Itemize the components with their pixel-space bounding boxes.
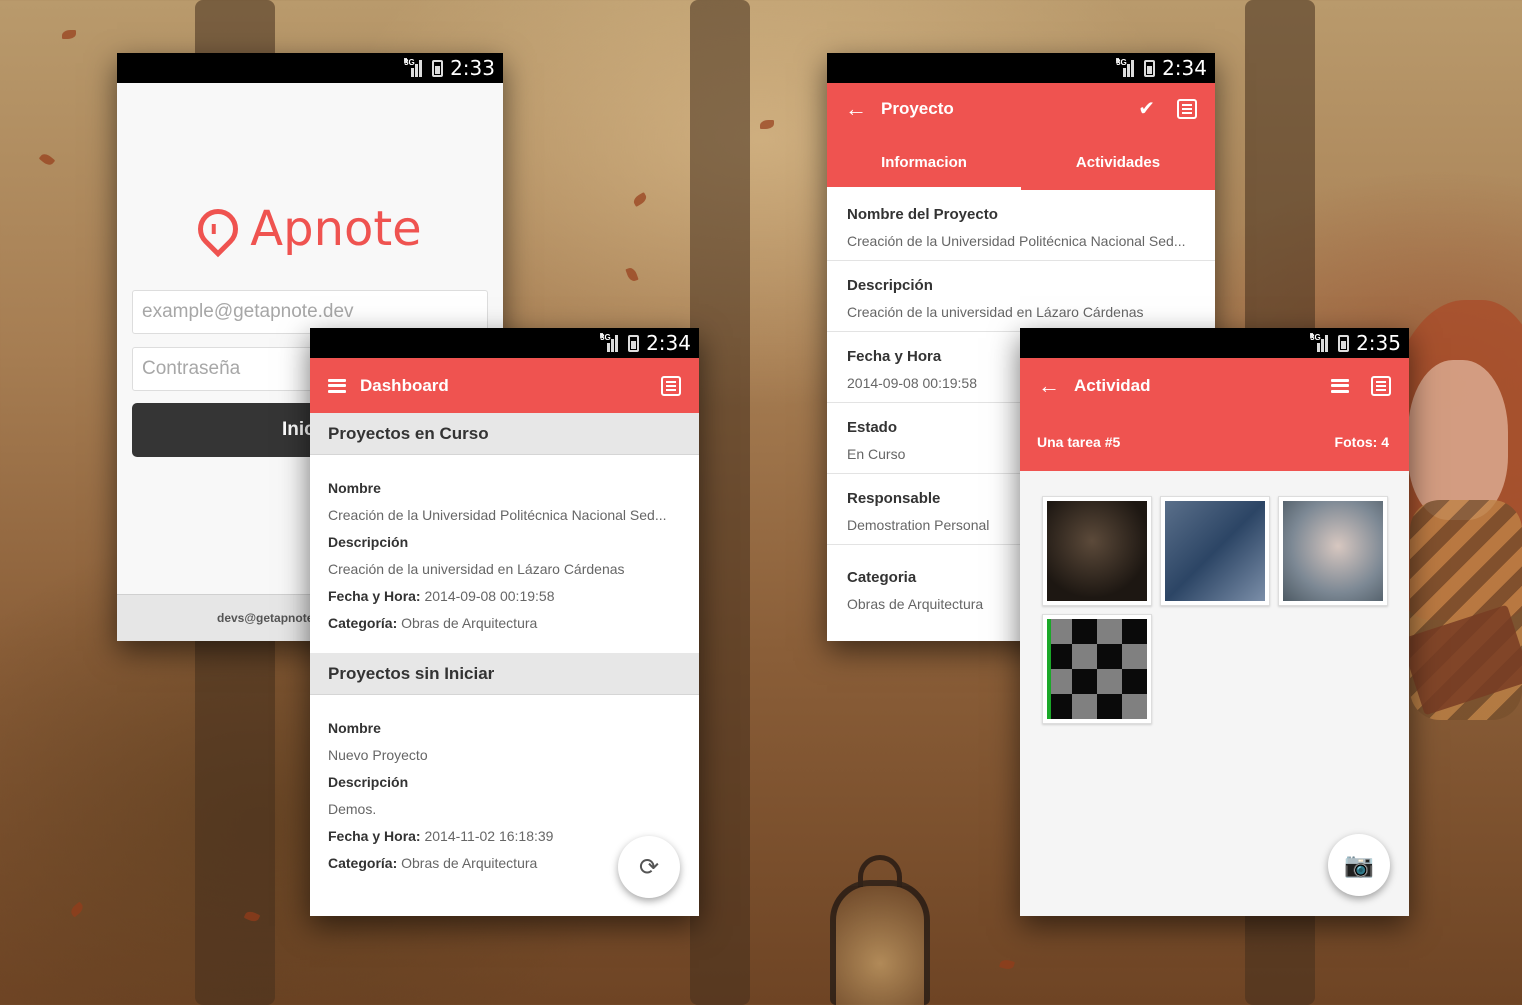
notes-icon[interactable] <box>1177 99 1197 119</box>
category-label: Categoría: <box>328 615 398 631</box>
signal-icon: 3G <box>600 333 622 352</box>
name-label: Nombre <box>328 480 381 496</box>
menu-icon[interactable] <box>328 378 346 393</box>
notes-icon[interactable] <box>661 375 681 396</box>
tab-informacion[interactable]: Informacion <box>827 135 1021 190</box>
camera-button[interactable]: 📷 <box>1328 834 1390 896</box>
name-label: Nombre <box>328 720 381 736</box>
logo-text: Apnote <box>250 201 422 257</box>
location-clock-icon <box>189 200 247 258</box>
category-value: Obras de Arquitectura <box>401 855 538 871</box>
field-description: Descripción Creación de la universidad e… <box>827 261 1215 332</box>
status-time: 2:33 <box>450 56 495 80</box>
app-bar: ← Proyecto ✔ <box>827 83 1215 135</box>
battery-icon <box>1338 335 1350 352</box>
app-logo: Apnote <box>117 200 503 258</box>
field-value: Creación de la Universidad Politécnica N… <box>847 233 1186 249</box>
background-leaf <box>62 30 76 39</box>
section-heading: Proyectos en Curso <box>310 413 699 455</box>
name-value: Nuevo Proyecto <box>328 747 428 763</box>
refresh-icon: ⟳ <box>638 853 660 881</box>
description-value: Demos. <box>328 801 377 817</box>
datetime-label: Fecha y Hora: <box>328 828 421 844</box>
page-title: Proyecto <box>881 99 954 118</box>
app-bar: Dashboard <box>310 358 699 413</box>
project-card[interactable]: Nombre Creación de la Universidad Polité… <box>310 455 699 653</box>
background-leaf <box>631 192 649 207</box>
category-value: Obras de Arquitectura <box>401 615 538 631</box>
field-label: Nombre del Proyecto <box>847 206 998 223</box>
datetime-label: Fecha y Hora: <box>328 588 421 604</box>
section-heading: Proyectos sin Iniciar <box>310 653 699 695</box>
battery-icon <box>432 60 444 77</box>
photo-thumbnail[interactable] <box>1160 496 1270 606</box>
name-value: Creación de la Universidad Politécnica N… <box>328 507 667 523</box>
photo-thumbnail[interactable] <box>1042 614 1152 724</box>
field-project-name: Nombre del Proyecto Creación de la Unive… <box>827 190 1215 261</box>
app-bar: ← Actividad <box>1020 358 1409 413</box>
datetime-value: 2014-11-02 16:18:39 <box>424 828 554 844</box>
task-bar: Una tarea #5 Fotos: 4 <box>1020 413 1409 471</box>
activity-screen: 3G 2:35 ← Actividad Una tarea #5 Fotos: … <box>1020 328 1409 916</box>
tab-actividades[interactable]: Actividades <box>1021 135 1215 190</box>
battery-icon <box>628 335 640 352</box>
background-person-face <box>1408 360 1508 520</box>
description-label: Descripción <box>328 774 409 790</box>
status-time: 2:35 <box>1356 331 1401 355</box>
page-title: Actividad <box>1074 375 1151 395</box>
signal-icon: 3G <box>1116 58 1138 77</box>
category-label: Categoría: <box>328 855 398 871</box>
photo-grid <box>1020 471 1409 724</box>
menu-icon[interactable] <box>1331 378 1349 393</box>
camera-icon: 📷 <box>1344 851 1374 879</box>
background-leaf <box>999 958 1015 971</box>
status-bar: 3G 2:34 <box>827 53 1215 83</box>
description-label: Descripción <box>328 534 409 550</box>
battery-icon <box>1144 60 1156 77</box>
background-tree-trunk <box>690 0 750 1005</box>
status-time: 2:34 <box>1162 56 1207 80</box>
status-bar: 3G 2:34 <box>310 328 699 358</box>
signal-icon: 3G <box>1310 333 1332 352</box>
photo-count: Fotos: 4 <box>1334 434 1389 450</box>
refresh-button[interactable]: ⟳ <box>618 836 680 898</box>
page-title: Dashboard <box>360 375 449 395</box>
datetime-value: 2014-09-08 00:19:58 <box>424 588 555 604</box>
back-arrow-icon[interactable]: ← <box>845 98 867 120</box>
status-time: 2:34 <box>646 331 691 355</box>
photo-thumbnail[interactable] <box>1042 496 1152 606</box>
notes-icon[interactable] <box>1371 375 1391 396</box>
background-leaf <box>760 120 774 129</box>
check-icon[interactable]: ✔ <box>1138 99 1155 119</box>
field-label: Descripción <box>847 277 933 294</box>
field-value: Creación de la universidad en Lázaro Cár… <box>847 304 1144 320</box>
status-bar: 3G 2:35 <box>1020 328 1409 358</box>
background-leaf <box>38 151 56 168</box>
background-lantern <box>830 880 930 1005</box>
signal-icon: 3G <box>404 58 426 77</box>
back-arrow-icon[interactable]: ← <box>1038 374 1060 397</box>
status-bar: 3G 2:33 <box>117 53 503 83</box>
background-leaf <box>625 266 639 283</box>
task-name: Una tarea #5 <box>1037 434 1121 450</box>
background-leaf <box>68 901 86 918</box>
dashboard-screen: 3G 2:34 Dashboard Proyectos en Curso Nom… <box>310 328 699 916</box>
description-value: Creación de la universidad en Lázaro Cár… <box>328 561 625 577</box>
photo-thumbnail[interactable] <box>1278 496 1388 606</box>
tab-bar: Informacion Actividades <box>827 135 1215 190</box>
